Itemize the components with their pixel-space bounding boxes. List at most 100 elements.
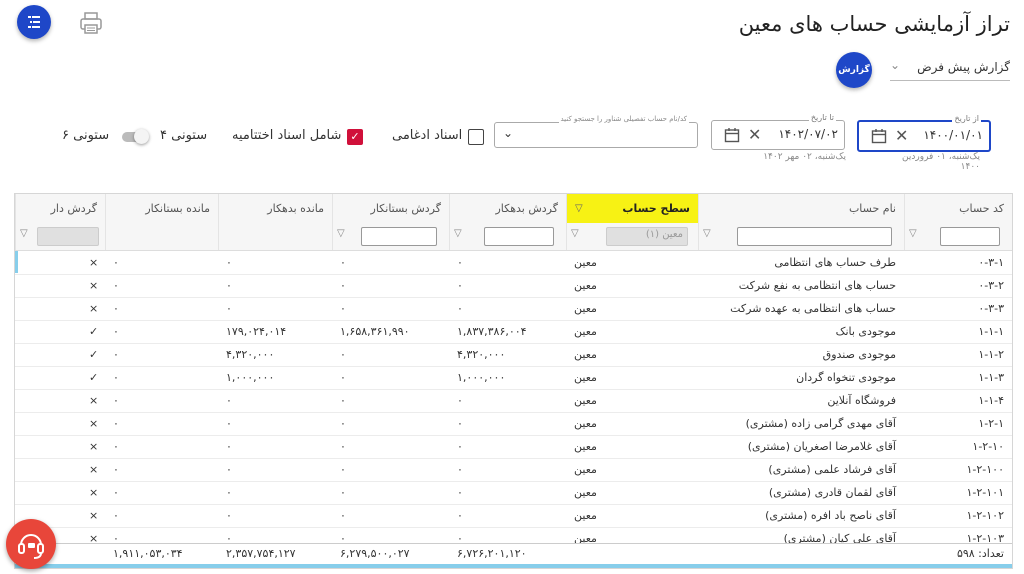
list-menu-icon bbox=[28, 16, 40, 28]
cell-level: معین bbox=[574, 348, 597, 361]
print-button[interactable] bbox=[78, 10, 104, 36]
level-filter-input[interactable]: (۱) معین bbox=[606, 227, 688, 246]
report-template-value: گزارش پیش فرض bbox=[917, 60, 1010, 74]
grid-footer-row: تعداد: ۵۹۸ ۶,۷۲۶,۲۰۱,۱۲۰ ۶,۲۷۹,۵۰۰,۰۲۷ ۲… bbox=[15, 543, 1012, 564]
has-turnover-filter-input[interactable] bbox=[37, 227, 99, 246]
filter-funnel-icon[interactable]: ▽ bbox=[571, 228, 579, 239]
credit-balance-total: ۱,۹۱۱,۰۵۳,۰۳۴ bbox=[113, 547, 183, 560]
cell-name: آقای فرشاد علمی (مشتری) bbox=[768, 463, 896, 476]
from-date-field[interactable]: از تاریخ ۱۴۰۰/۰۱/۰۱ ✕ bbox=[857, 114, 991, 152]
table-row[interactable]: ۱-۱-۳ موجودی تنخواه گردان معین ۱,۰۰۰,۰۰۰ ۰ ۱,… bbox=[15, 366, 1012, 390]
col-header-name[interactable]: نام حساب bbox=[698, 194, 904, 223]
cell-has-turnover: × bbox=[89, 486, 99, 499]
closing-docs-checkbox[interactable]: ✓ bbox=[347, 129, 363, 145]
cell-credit-turnover: ۰ bbox=[340, 394, 346, 407]
menu-button[interactable] bbox=[17, 5, 51, 39]
report-button[interactable]: گزارش bbox=[836, 52, 872, 88]
cell-code: ۰-۳-۳ bbox=[978, 302, 1004, 315]
clear-icon[interactable]: ✕ bbox=[895, 126, 908, 145]
closing-docs-label: شامل اسناد اختتامیه bbox=[232, 128, 342, 143]
debit-turnover-total: ۶,۷۲۶,۲۰۱,۱۲۰ bbox=[457, 547, 527, 560]
cell-level: معین bbox=[574, 279, 597, 292]
cell-credit-balance: ۰ bbox=[113, 463, 119, 476]
cell-credit-turnover: ۰ bbox=[340, 279, 346, 292]
account-search-label: کد/نام حساب تفصیلی شناور را جستجو کنید bbox=[558, 115, 689, 123]
table-row[interactable]: ۰-۳-۱ طرف حساب های انتظامی معین ۰ ۰ ۰ ۰ × bbox=[15, 251, 1012, 275]
cell-debit-turnover: ۰ bbox=[457, 486, 463, 499]
cell-level: معین bbox=[574, 440, 597, 453]
cell-level: معین bbox=[574, 394, 597, 407]
col-header-has-turnover[interactable]: گردش دار bbox=[15, 194, 105, 223]
chevron-down-icon: ⌄ bbox=[890, 58, 901, 72]
cell-credit-balance: ۰ bbox=[113, 302, 119, 315]
col-header-debit-balance[interactable]: مانده بدهکار bbox=[218, 194, 332, 223]
calendar-icon[interactable] bbox=[724, 127, 740, 143]
filter-funnel-icon[interactable]: ▽ bbox=[575, 194, 583, 223]
calendar-icon[interactable] bbox=[871, 128, 887, 144]
table-row[interactable]: ۱-۲-۱ آقای مهدی گرامی زاده (مشتری) معین ۰ ۰ ۰… bbox=[15, 412, 1012, 436]
filter-funnel-icon[interactable]: ▽ bbox=[20, 228, 28, 239]
col-header-debit-turnover[interactable]: گردش بدهکار bbox=[449, 194, 566, 223]
cell-level: معین bbox=[574, 325, 597, 338]
table-row[interactable]: ۱-۱-۴ فروشگاه آنلاین معین ۰ ۰ ۰ ۰ × bbox=[15, 389, 1012, 413]
table-row[interactable]: ۱-۲-۱۰۲ آقای ناصح باد افره (مشتری) معین ۰ ۰ ۰… bbox=[15, 504, 1012, 528]
headset-support-icon bbox=[18, 534, 44, 559]
credit-turnover-filter-input[interactable] bbox=[361, 227, 437, 246]
table-row[interactable]: ۱-۱-۱ موجودی بانک معین ۱,۸۳۷,۳۸۶,۰۰۴ ۱,۶۵۸,۳… bbox=[15, 320, 1012, 344]
horizontal-scrollbar[interactable] bbox=[15, 564, 1012, 568]
cell-name: آقای مهدی گرامی زاده (مشتری) bbox=[745, 417, 896, 430]
cell-has-turnover: × bbox=[89, 302, 99, 315]
filter-funnel-icon[interactable]: ▽ bbox=[703, 228, 711, 239]
col-header-code[interactable]: کد حساب bbox=[904, 194, 1012, 223]
account-search-select[interactable]: کد/نام حساب تفصیلی شناور را جستجو کنید ⌄ bbox=[494, 115, 698, 148]
filter-funnel-icon[interactable]: ▽ bbox=[909, 228, 917, 239]
cell-credit-turnover: ۰ bbox=[340, 417, 346, 430]
cell-level: معین bbox=[574, 486, 597, 499]
cell-name: موجودی بانک bbox=[835, 325, 896, 338]
cell-code: ۱-۱-۴ bbox=[978, 394, 1004, 407]
from-date-label: از تاریخ bbox=[952, 114, 981, 123]
cell-debit-turnover: ۰ bbox=[457, 394, 463, 407]
from-date-hint: یک‌شنبه، ۰۱ فروردین ۱۴۰۰ bbox=[902, 152, 980, 172]
cell-debit-turnover: ۰ bbox=[457, 279, 463, 292]
table-row[interactable]: ۰-۳-۲ حساب های انتظامی به نفع شرکت معین ۰ ۰ ۰… bbox=[15, 274, 1012, 298]
to-date-field[interactable]: تا تاریخ ۱۴۰۲/۰۷/۰۲ ✕ bbox=[711, 113, 845, 150]
cell-debit-turnover: ۱,۸۳۷,۳۸۶,۰۰۴ bbox=[457, 325, 527, 338]
table-row[interactable]: ۱-۲-۱۰۱ آقای لقمان قادری (مشتری) معین ۰ ۰ ۰ ۰ × bbox=[15, 481, 1012, 505]
column-mode-toggle[interactable] bbox=[122, 129, 149, 144]
cell-has-turnover: ✓ bbox=[89, 325, 99, 338]
cell-credit-turnover: ۰ bbox=[340, 463, 346, 476]
filter-funnel-icon[interactable]: ▽ bbox=[454, 228, 462, 239]
cell-debit-balance: ۰ bbox=[226, 440, 232, 453]
cell-name: آقای ناصح باد افره (مشتری) bbox=[765, 509, 896, 522]
debit-balance-total: ۲,۳۵۷,۷۵۴,۱۲۷ bbox=[226, 547, 296, 560]
cell-code: ۱-۲-۱۰۰ bbox=[966, 463, 1004, 476]
support-button[interactable] bbox=[6, 519, 56, 569]
merged-docs-checkbox[interactable] bbox=[468, 129, 484, 145]
table-row[interactable]: ۱-۱-۲ موجودی صندوق معین ۴,۳۲۰,۰۰۰ ۰ ۴,۳۲۰,۰۰۰… bbox=[15, 343, 1012, 367]
to-date-label: تا تاریخ bbox=[808, 113, 836, 122]
col-header-credit-balance[interactable]: مانده بستانکار bbox=[105, 194, 218, 223]
name-filter-input[interactable] bbox=[737, 227, 892, 246]
cell-debit-balance: ۰ bbox=[226, 279, 232, 292]
table-row[interactable]: ۱-۲-۱۰ آقای غلامرضا اصغریان (مشتری) معین ۰ ۰… bbox=[15, 435, 1012, 459]
to-date-hint: یک‌شنبه، ۰۲ مهر ۱۴۰۲ bbox=[763, 152, 846, 162]
table-row[interactable]: ۰-۳-۳ حساب های انتظامی به عهده شرکت معین ۰ ۰… bbox=[15, 297, 1012, 321]
cell-credit-balance: ۰ bbox=[113, 394, 119, 407]
code-filter-input[interactable] bbox=[940, 227, 1000, 246]
clear-icon[interactable]: ✕ bbox=[748, 125, 761, 144]
col-header-level[interactable]: سطح حساب ▽ bbox=[566, 194, 698, 223]
toggle-knob bbox=[134, 129, 149, 144]
printer-icon bbox=[80, 12, 102, 34]
grid-header-row: کد حساب نام حساب سطح حساب ▽ گردش بدهکار گ… bbox=[15, 194, 1012, 224]
cell-debit-balance: ۰ bbox=[226, 486, 232, 499]
debit-turnover-filter-input[interactable] bbox=[484, 227, 554, 246]
cell-code: ۱-۱-۱ bbox=[978, 325, 1004, 338]
cell-level: معین bbox=[574, 463, 597, 476]
col-header-credit-turnover[interactable]: گردش بستانکار bbox=[332, 194, 449, 223]
to-date-value: ۱۴۰۲/۰۷/۰۲ bbox=[778, 127, 838, 141]
table-row[interactable]: ۱-۲-۱۰۰ آقای فرشاد علمی (مشتری) معین ۰ ۰ ۰ ۰ × bbox=[15, 458, 1012, 482]
report-template-select[interactable]: گزارش پیش فرض ⌄ bbox=[890, 58, 1010, 81]
filter-funnel-icon[interactable]: ▽ bbox=[337, 228, 345, 239]
cell-debit-turnover: ۰ bbox=[457, 417, 463, 430]
